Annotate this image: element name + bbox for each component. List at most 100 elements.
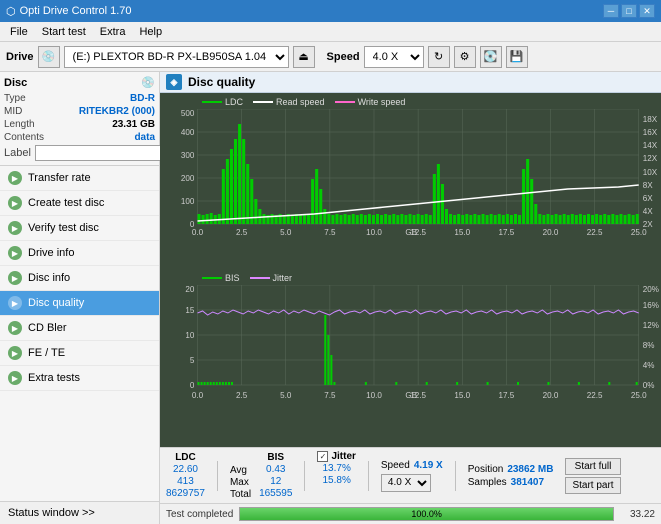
disc-type-value: BD-R (130, 93, 155, 104)
start-part-button[interactable]: Start part (565, 477, 620, 494)
svg-text:7.5: 7.5 (324, 228, 336, 237)
ldc-chart-legend: LDC Read speed Write speed (162, 95, 659, 109)
bis-chart-wrapper: BIS Jitter (162, 271, 659, 445)
minimize-button[interactable]: ─ (603, 4, 619, 18)
jitter-stats-col: ✓ Jitter 13.7% 15.8% (317, 451, 355, 500)
menu-help[interactable]: Help (133, 24, 168, 40)
sidebar-item-cd-bler[interactable]: ▶ CD Bler (0, 316, 159, 341)
extra-tests-label: Extra tests (28, 372, 80, 384)
ldc-max-val: 413 (166, 476, 205, 487)
sidebar-item-disc-quality[interactable]: ▶ Disc quality (0, 291, 159, 316)
ldc-stats-header: LDC (166, 452, 205, 463)
svg-text:10.0: 10.0 (366, 228, 382, 237)
disc-length-row: Length 23.31 GB (4, 119, 155, 130)
sidebar-item-extra-tests[interactable]: ▶ Extra tests (0, 366, 159, 391)
disc-length-label: Length (4, 119, 35, 130)
status-text: Test completed (166, 509, 233, 520)
disc-contents-value: data (134, 132, 155, 143)
bis-stats-header: BIS (259, 452, 292, 463)
maximize-button[interactable]: □ (621, 4, 637, 18)
sep4 (455, 461, 456, 491)
sidebar-item-verify-test-disc[interactable]: ▶ Verify test disc (0, 216, 159, 241)
svg-text:100: 100 (181, 197, 195, 206)
svg-text:7.5: 7.5 (324, 391, 336, 400)
transfer-rate-icon: ▶ (8, 171, 22, 185)
disc-panel-icon: 💿 (141, 76, 155, 89)
menu-start-test[interactable]: Start test (36, 24, 92, 40)
writespeed-legend-color (335, 101, 355, 103)
bis-max-val: 12 (259, 476, 292, 487)
sidebar-item-disc-info[interactable]: ▶ Disc info (0, 266, 159, 291)
svg-text:0.0: 0.0 (192, 228, 204, 237)
progress-percent: 100.0% (240, 508, 613, 520)
transfer-rate-label: Transfer rate (28, 172, 91, 184)
menu-extra[interactable]: Extra (94, 24, 132, 40)
svg-text:16%: 16% (643, 301, 659, 310)
settings-button[interactable]: ⚙ (454, 46, 476, 68)
samples-label: Samples (468, 477, 507, 488)
disc-quality-label: Disc quality (28, 297, 84, 309)
svg-text:5: 5 (190, 356, 195, 365)
drive-label: Drive (6, 51, 34, 63)
stats-bar: LDC 22.60 413 8629757 Avg Max Total BIS … (160, 447, 661, 503)
readspeed-legend-item: Read speed (253, 97, 325, 107)
position-label: Position (468, 464, 504, 475)
menubar: File Start test Extra Help (0, 22, 661, 42)
svg-text:4X: 4X (643, 207, 654, 216)
close-button[interactable]: ✕ (639, 4, 655, 18)
app-title: Opti Drive Control 1.70 (20, 5, 132, 17)
disc-label-row: Label 🔍 (4, 145, 155, 161)
disc-icon-btn[interactable]: 💽 (480, 46, 502, 68)
svg-text:22.5: 22.5 (587, 391, 603, 400)
svg-text:18X: 18X (643, 115, 658, 124)
speed-select[interactable]: 4.0 X (364, 46, 424, 68)
eject-button[interactable]: ⏏ (293, 46, 315, 68)
drive-info-label: Drive info (28, 247, 74, 259)
main-layout: Disc 💿 Type BD-R MID RITEKBR2 (000) Leng… (0, 72, 661, 524)
titlebar-title: ⬡ Opti Drive Control 1.70 (6, 5, 132, 18)
sep3 (368, 461, 369, 491)
disc-panel: Disc 💿 Type BD-R MID RITEKBR2 (000) Leng… (0, 72, 159, 166)
progress-track: 100.0% (239, 507, 614, 521)
writespeed-legend-label: Write speed (358, 97, 406, 107)
menu-file[interactable]: File (4, 24, 34, 40)
speed-label: Speed (381, 460, 410, 471)
svg-text:200: 200 (181, 174, 195, 183)
disc-quality-icon: ▶ (8, 296, 22, 310)
cd-bler-icon: ▶ (8, 321, 22, 335)
jitter-checkbox[interactable]: ✓ (317, 451, 328, 462)
sep1 (217, 461, 218, 491)
readspeed-legend-color (253, 101, 273, 103)
disc-mid-label: MID (4, 106, 22, 117)
bis-chart-legend: BIS Jitter (162, 271, 659, 285)
sidebar-item-drive-info[interactable]: ▶ Drive info (0, 241, 159, 266)
start-full-button[interactable]: Start full (565, 458, 620, 475)
save-button[interactable]: 💾 (506, 46, 528, 68)
drive-icon-btn[interactable]: 💿 (38, 46, 60, 68)
readspeed-legend-label: Read speed (276, 97, 325, 107)
jitter-max-val: 15.8% (317, 475, 355, 486)
ldc-chart-wrapper: LDC Read speed Write speed (162, 95, 659, 269)
disc-label-input[interactable] (35, 145, 173, 161)
status-window-button[interactable]: Status window >> (0, 501, 159, 524)
svg-text:0%: 0% (643, 381, 655, 390)
sidebar-item-fe-te[interactable]: ▶ FE / TE (0, 341, 159, 366)
create-test-disc-label: Create test disc (28, 197, 104, 209)
cd-bler-label: CD Bler (28, 322, 67, 334)
disc-contents-row: Contents data (4, 132, 155, 143)
sidebar-item-create-test-disc[interactable]: ▶ Create test disc (0, 191, 159, 216)
svg-text:25.0: 25.0 (631, 391, 647, 400)
svg-text:400: 400 (181, 128, 195, 137)
drive-toolbar: Drive 💿 (E:) PLEXTOR BD-R PX-LB950SA 1.0… (0, 42, 661, 72)
total-label: Total (230, 489, 251, 500)
svg-text:10.0: 10.0 (366, 391, 382, 400)
drive-select[interactable]: (E:) PLEXTOR BD-R PX-LB950SA 1.04 (64, 46, 289, 68)
refresh-button[interactable]: ↻ (428, 46, 450, 68)
svg-text:4%: 4% (643, 361, 655, 370)
ldc-avg-val: 22.60 (166, 464, 205, 475)
sidebar-item-transfer-rate[interactable]: ▶ Transfer rate (0, 166, 159, 191)
writespeed-legend-item: Write speed (335, 97, 406, 107)
speed-select-stats[interactable]: 4.0 X (381, 474, 431, 492)
avg-label: Avg (230, 465, 251, 476)
svg-text:12%: 12% (643, 321, 659, 330)
